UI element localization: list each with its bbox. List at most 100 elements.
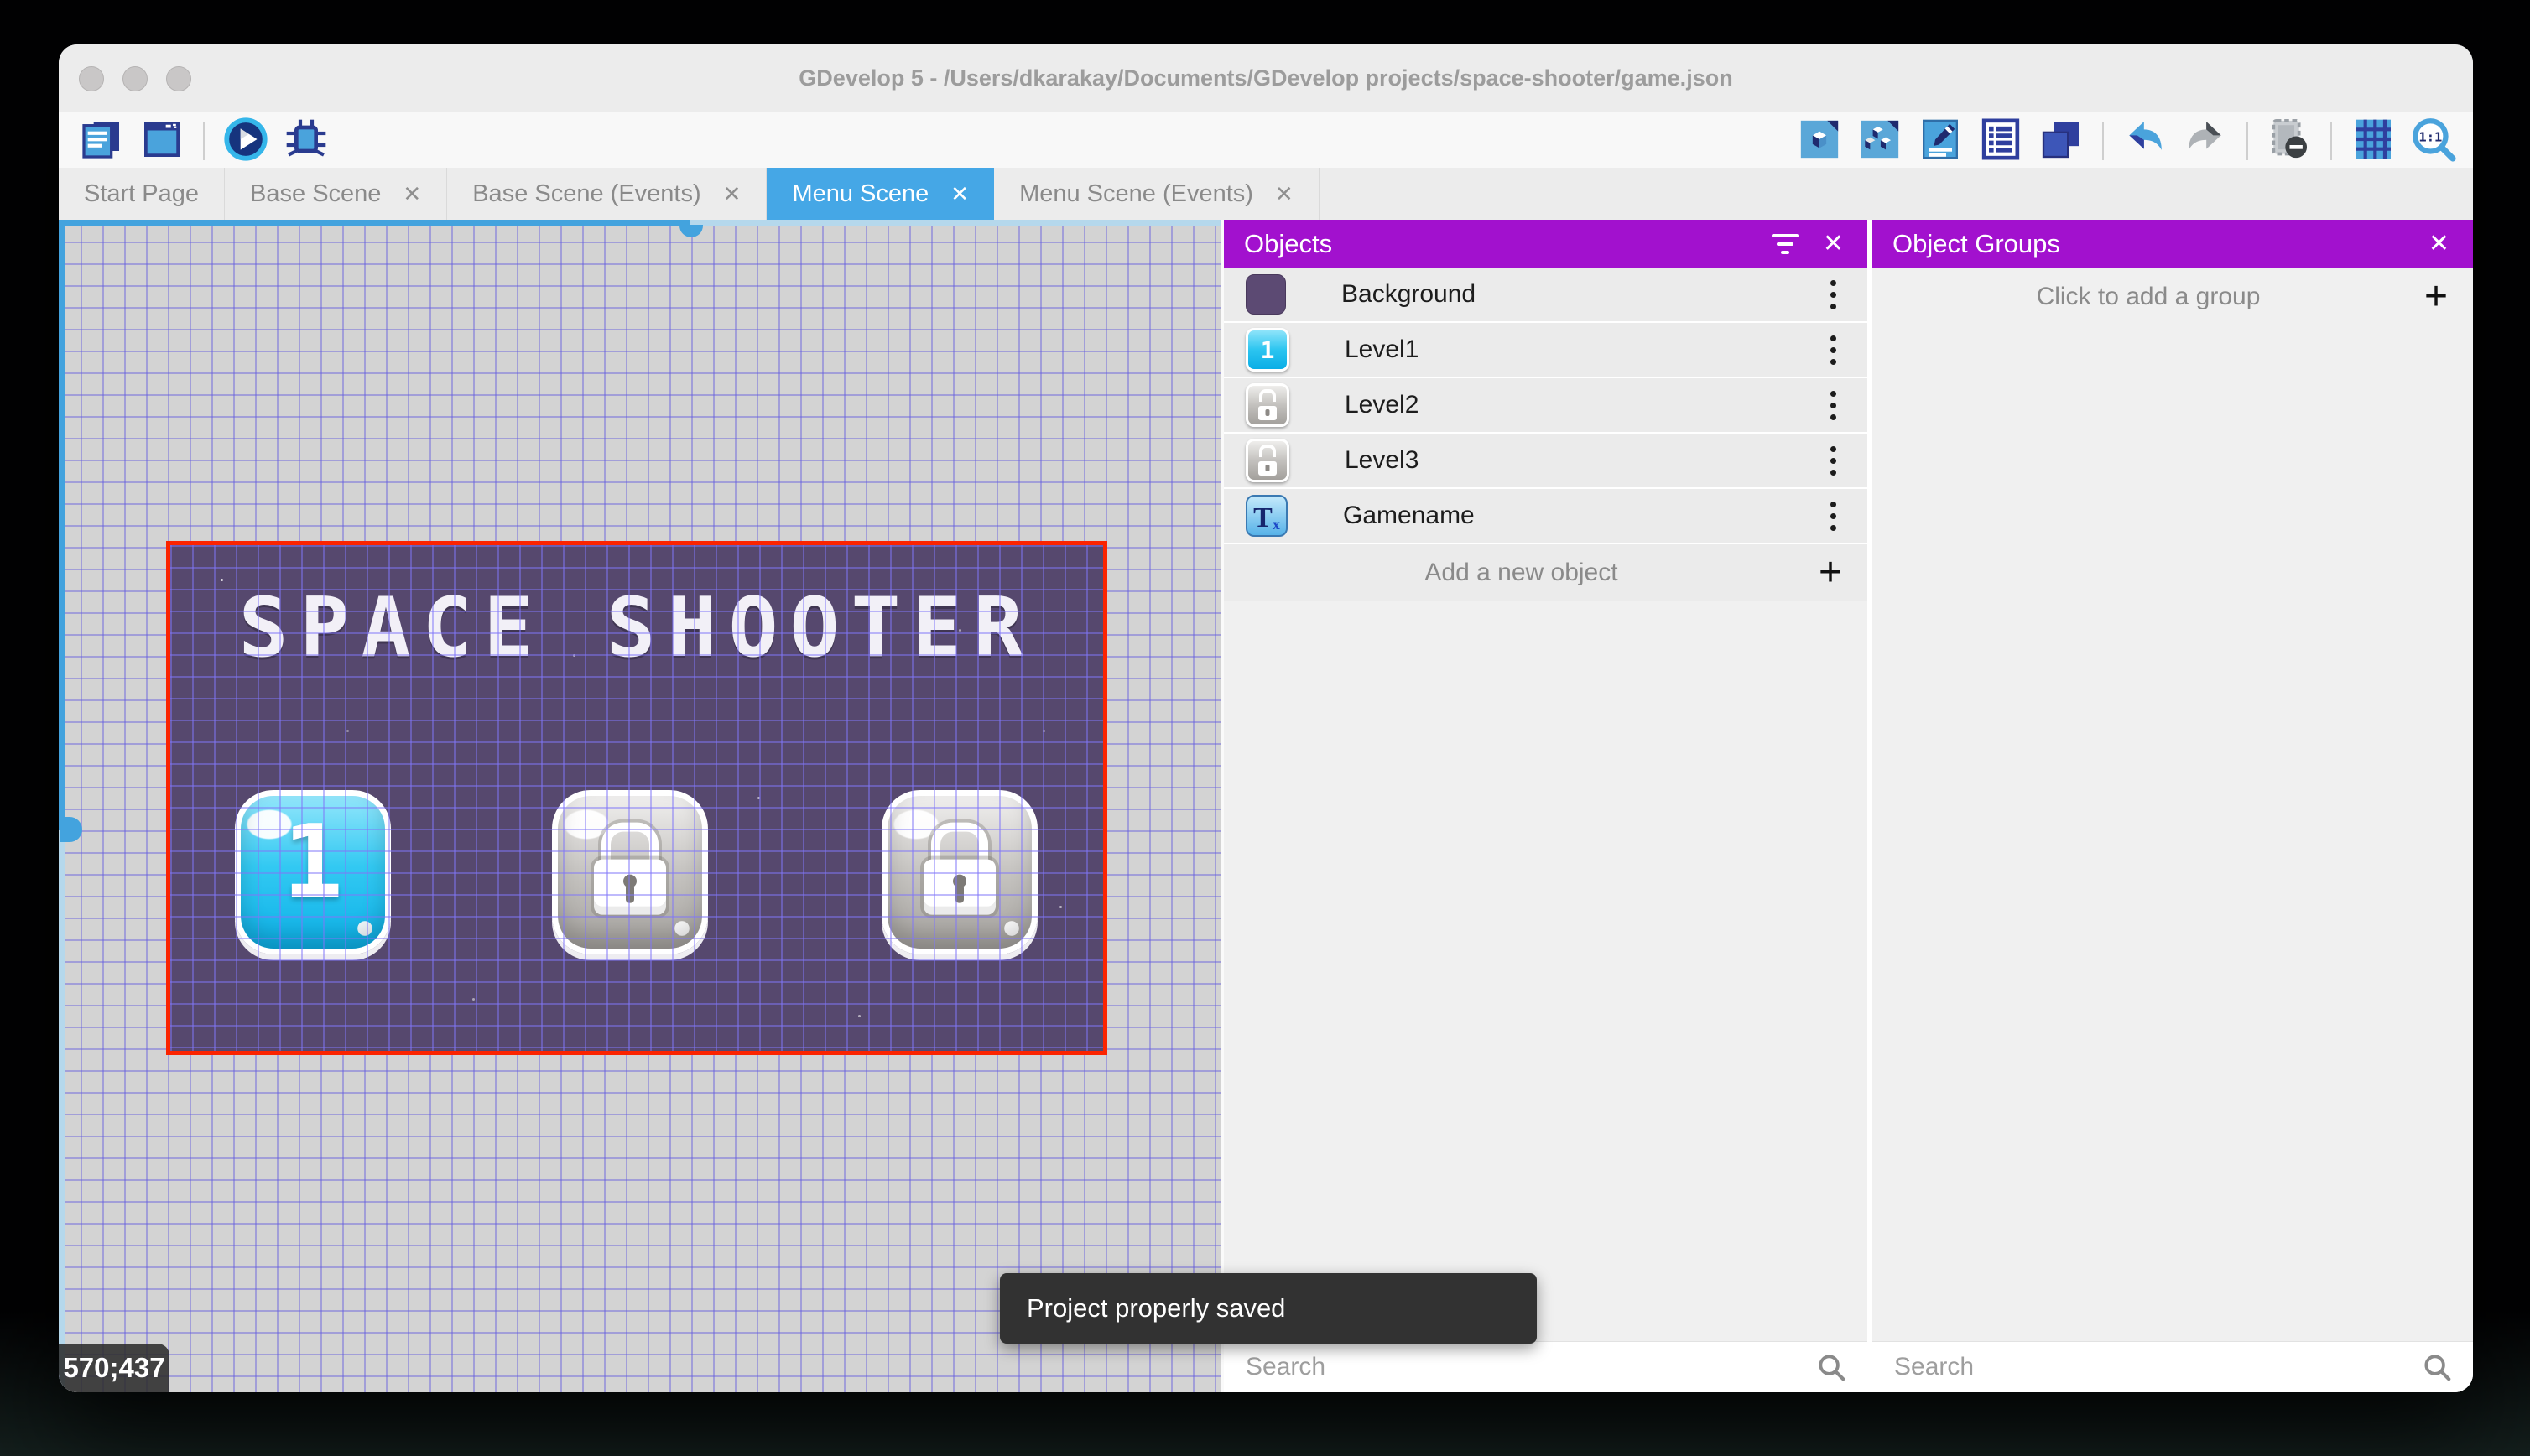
object-menu-button[interactable] xyxy=(1830,501,1839,531)
window-titlebar: GDevelop 5 - /Users/dkarakay/Documents/G… xyxy=(59,44,2473,112)
object-row-background[interactable]: Background xyxy=(1224,268,1867,323)
object-groups-panel-title: Object Groups xyxy=(1892,228,2060,258)
close-object-groups-panel-button[interactable]: ✕ xyxy=(2428,231,2449,257)
locked-level-button-object[interactable] xyxy=(882,790,1038,954)
main-content: SPACE SHOOTER 1 570;437 Objects ✕ Backgr… xyxy=(59,220,2473,1392)
toggle-mask-icon xyxy=(2266,116,2313,167)
text-object-icon: Tx xyxy=(1246,495,1288,537)
locked-level-button-object[interactable] xyxy=(552,790,708,954)
close-tab-icon[interactable]: ✕ xyxy=(723,181,742,207)
toolbar-divider xyxy=(2102,122,2104,160)
object-name: Gamename xyxy=(1343,502,1475,529)
tab-base-scene[interactable]: Base Scene ✕ xyxy=(225,168,448,220)
object-groups-panel-header: Object Groups ✕ xyxy=(1872,220,2473,268)
vertical-scrollbar-thumb[interactable] xyxy=(60,817,82,842)
close-tab-icon[interactable]: ✕ xyxy=(950,181,969,207)
tab-menu-scene-events[interactable]: Menu Scene (Events) ✕ xyxy=(994,168,1320,220)
desktop-background: GDevelop 5 - /Users/dkarakay/Documents/G… xyxy=(0,0,2530,1456)
filter-icon[interactable] xyxy=(1771,229,1799,259)
close-objects-panel-button[interactable]: ✕ xyxy=(1823,231,1844,257)
plus-icon: + xyxy=(2423,274,2448,319)
object-groups-button[interactable] xyxy=(1856,117,1904,165)
properties-button[interactable] xyxy=(1916,117,1965,165)
object-name: Level3 xyxy=(1345,446,1419,474)
play-preview-icon xyxy=(221,115,270,168)
level1-button-icon: 1 xyxy=(1246,328,1289,372)
zoom-original-button[interactable]: 1:1 xyxy=(2409,117,2458,165)
object-menu-button[interactable] xyxy=(1830,335,1839,365)
svg-text:1:1: 1:1 xyxy=(2418,129,2442,144)
objects-search-input[interactable] xyxy=(1244,1352,1815,1382)
instances-list-icon xyxy=(1977,116,2024,167)
toggle-grid-icon xyxy=(2350,116,2397,167)
object-row-level3[interactable]: Level3 xyxy=(1224,434,1867,489)
objects-panel-header: Objects ✕ xyxy=(1224,220,1867,268)
add-object-button[interactable]: Add a new object + xyxy=(1224,544,1867,601)
object-name: Level1 xyxy=(1345,335,1419,363)
cursor-coordinates-badge: 570;437 xyxy=(59,1344,169,1392)
redo-button[interactable] xyxy=(2181,117,2230,165)
plus-icon: + xyxy=(1818,550,1842,595)
objects-list: Background 1 Level1 Level2 Level3 Tx Gamename xyxy=(1224,268,1867,544)
lock-icon xyxy=(594,822,666,915)
tab-label: Base Scene (Events) xyxy=(472,179,701,207)
undo-button[interactable] xyxy=(2121,117,2169,165)
toolbar-divider xyxy=(2246,122,2248,160)
redo-icon xyxy=(2182,116,2229,167)
game-window-frame[interactable]: SPACE SHOOTER 1 xyxy=(166,541,1107,1055)
toolbar-divider xyxy=(2330,122,2332,160)
layers-button[interactable] xyxy=(2037,117,2085,165)
play-preview-button[interactable] xyxy=(221,117,270,165)
scene-window-button[interactable] xyxy=(138,117,186,165)
object-menu-button[interactable] xyxy=(1830,445,1839,476)
undo-icon xyxy=(2121,116,2168,167)
tab-label: Menu Scene (Events) xyxy=(1019,179,1253,207)
search-icon xyxy=(2421,1351,2453,1383)
locked-button-icon xyxy=(1246,439,1289,482)
window-title: GDevelop 5 - /Users/dkarakay/Documents/G… xyxy=(799,65,1733,91)
object-row-level2[interactable]: Level2 xyxy=(1224,378,1867,434)
level-number: 1 xyxy=(282,804,344,921)
tab-label: Base Scene xyxy=(250,179,382,207)
groups-search-input[interactable] xyxy=(1892,1352,2421,1382)
tab-base-scene-events[interactable]: Base Scene (Events) ✕ xyxy=(447,168,768,220)
toggle-grid-button[interactable] xyxy=(2349,117,2397,165)
tab-start-page[interactable]: Start Page xyxy=(59,168,226,220)
background-swatch-icon xyxy=(1246,274,1286,315)
toggle-mask-button[interactable] xyxy=(2265,117,2314,165)
objects-search-row xyxy=(1224,1341,1867,1392)
object-row-gamename[interactable]: Tx Gamename xyxy=(1224,489,1867,544)
close-tab-icon[interactable]: ✕ xyxy=(1275,181,1294,207)
scene-canvas[interactable]: SPACE SHOOTER 1 570;437 xyxy=(59,220,1221,1392)
objects-editor-icon xyxy=(1796,116,1843,167)
objects-editor-button[interactable] xyxy=(1795,117,1844,165)
gamename-text-object[interactable]: SPACE SHOOTER xyxy=(170,580,1103,676)
close-tab-icon[interactable]: ✕ xyxy=(403,181,421,207)
search-icon xyxy=(1815,1351,1847,1383)
toolbar-right-group: 1:1 xyxy=(1795,116,2458,166)
tab-label: Start Page xyxy=(84,179,200,207)
object-menu-button[interactable] xyxy=(1830,390,1839,420)
debug-icon xyxy=(283,116,330,167)
add-group-button[interactable]: Click to add a group + xyxy=(1872,268,2473,326)
project-manager-button[interactable] xyxy=(77,117,126,165)
tab-label: Menu Scene xyxy=(792,179,929,207)
tab-menu-scene[interactable]: Menu Scene ✕ xyxy=(767,168,995,220)
project-manager-icon xyxy=(78,116,125,167)
horizontal-scrollbar-thumb[interactable] xyxy=(679,225,703,237)
object-menu-button[interactable] xyxy=(1830,279,1839,309)
instances-list-button[interactable] xyxy=(1976,117,2025,165)
save-toast: Project properly saved xyxy=(1000,1273,1537,1344)
lock-icon xyxy=(924,822,996,915)
object-row-level1[interactable]: 1 Level1 xyxy=(1224,323,1867,378)
groups-search-row xyxy=(1872,1341,2473,1392)
level-buttons-row: 1 xyxy=(170,790,1103,954)
layers-icon xyxy=(2038,116,2085,167)
level-1-button-object[interactable]: 1 xyxy=(235,790,391,954)
vertical-scrollbar[interactable] xyxy=(59,220,65,1392)
properties-icon xyxy=(1917,116,1964,167)
app-window: GDevelop 5 - /Users/dkarakay/Documents/G… xyxy=(59,44,2473,1392)
tab-bar: Start Page Base Scene ✕ Base Scene (Events)… xyxy=(59,168,2473,220)
horizontal-scrollbar[interactable] xyxy=(59,220,1221,226)
debug-button[interactable] xyxy=(282,117,331,165)
